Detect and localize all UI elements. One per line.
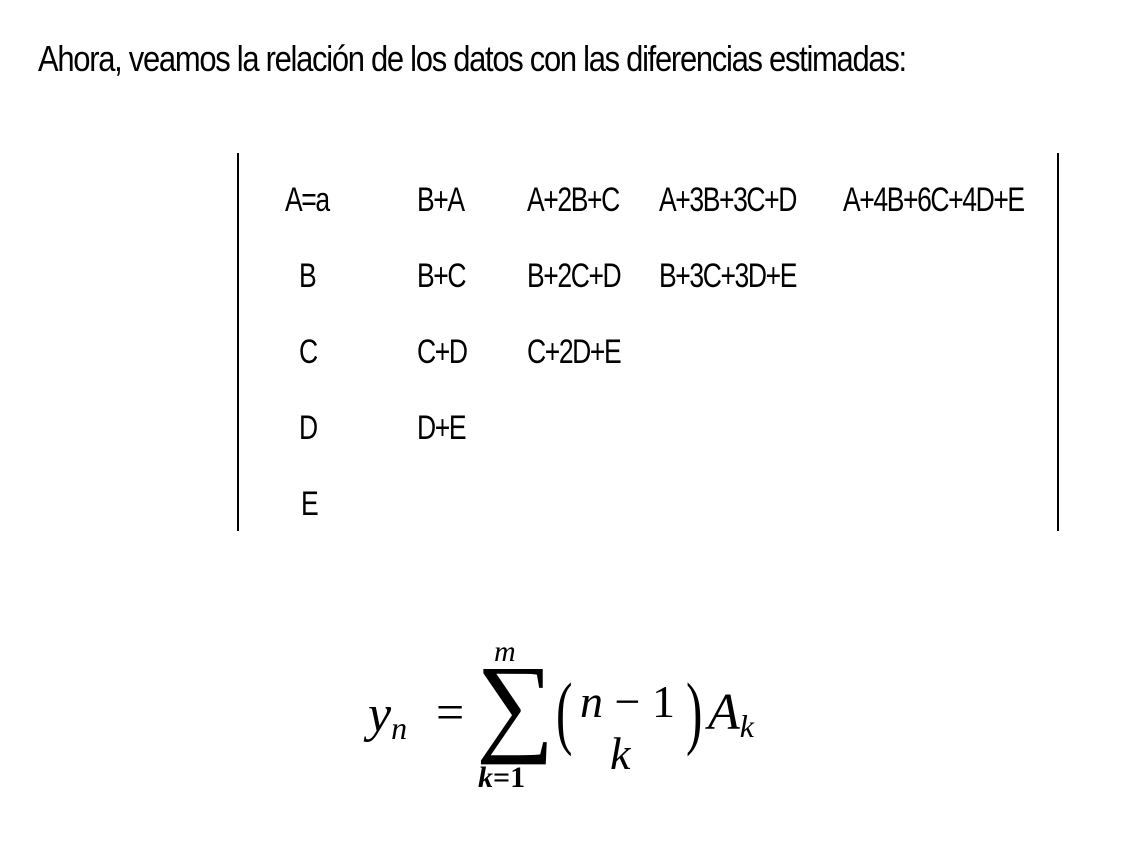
table-cell: A=a <box>285 181 330 219</box>
intro-text: Ahora, veamos la relación de los datos c… <box>38 38 907 79</box>
table-cell: B+3C+3D+E <box>659 257 797 295</box>
formula-lhs-subscript: n <box>391 710 408 746</box>
table-cell: B+A <box>417 181 465 219</box>
table-cell: D <box>299 409 318 447</box>
table-cell: C+D <box>417 333 468 371</box>
formula-term-subscript: k <box>739 708 754 744</box>
differences-table: A=a B+A A+2B+C A+3B+3C+D A+4B+6C+4D+E B … <box>237 153 1059 531</box>
formula-term-symbol: A <box>708 684 740 741</box>
formula-equals: = <box>436 684 465 740</box>
formula-term: Ak <box>708 683 754 745</box>
table-cell: B+C <box>417 257 467 295</box>
sum-symbol: ∑ <box>476 643 555 765</box>
table-cell: B <box>299 257 317 295</box>
table-cell: A+3B+3C+D <box>659 181 797 219</box>
binomial-left-paren: ( <box>556 666 573 757</box>
table-cell: C <box>299 333 318 371</box>
summation-formula: yn = m ∑ k=1 ( n − 1 k ) Ak <box>360 635 800 805</box>
formula-lhs: yn <box>368 685 407 747</box>
table-cell: D+E <box>417 409 467 447</box>
table-cell: C+2D+E <box>527 333 622 371</box>
binomial-top-rest: − 1 <box>603 676 675 727</box>
binomial-top-var: n <box>580 676 603 727</box>
table-cell: E <box>301 485 319 523</box>
binomial-bottom: k <box>610 728 631 779</box>
binomial-top: n − 1 <box>580 675 675 728</box>
binomial-right-paren: ) <box>686 666 703 757</box>
sum-lower-limit: k=1 <box>478 761 525 795</box>
sum-lower-rest: =1 <box>493 761 526 794</box>
formula-lhs-symbol: y <box>368 686 392 743</box>
table-cell: A+2B+C <box>527 181 620 219</box>
table-cell: B+2C+D <box>527 257 622 295</box>
table-cell: A+4B+6C+4D+E <box>843 181 1025 219</box>
sum-lower-var: k <box>478 761 493 794</box>
